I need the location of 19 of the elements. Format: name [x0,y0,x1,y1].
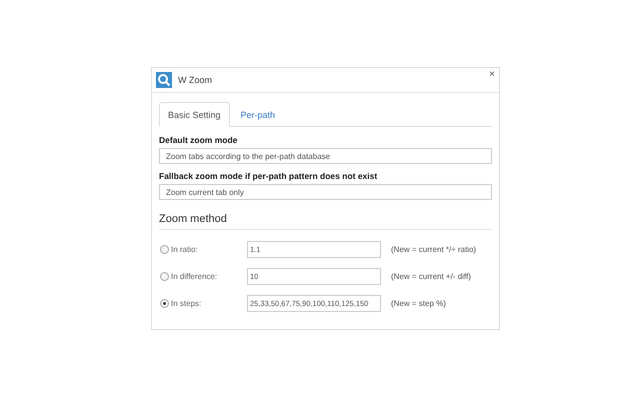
hint-text: (New = step %) [391,299,447,308]
radio-button[interactable] [160,299,169,308]
radio-button[interactable] [160,245,169,254]
hint-text: (New = current +/- diff) [391,272,472,281]
input-field[interactable]: Zoom current tab only [159,184,492,200]
hint-text: (New = current */÷ ratio) [391,245,478,254]
option-label: In difference: [171,272,218,281]
option-label: In ratio: [171,245,199,254]
window-title: W Zoom [178,75,212,85]
radio-button[interactable] [160,272,169,281]
option-label: In steps: [171,299,202,308]
field-label: Fallback zoom mode if per-path pattern does not exist [159,171,378,181]
search-icon [156,72,172,88]
field-label: Default zoom mode [159,135,238,145]
tab[interactable]: Basic Setting [159,102,230,127]
tab[interactable]: Per-path [232,102,284,127]
input-field[interactable]: Zoom tabs according to the per-path database [159,148,492,164]
section-heading: Zoom method [159,207,492,230]
close-button[interactable]: × [489,70,495,80]
